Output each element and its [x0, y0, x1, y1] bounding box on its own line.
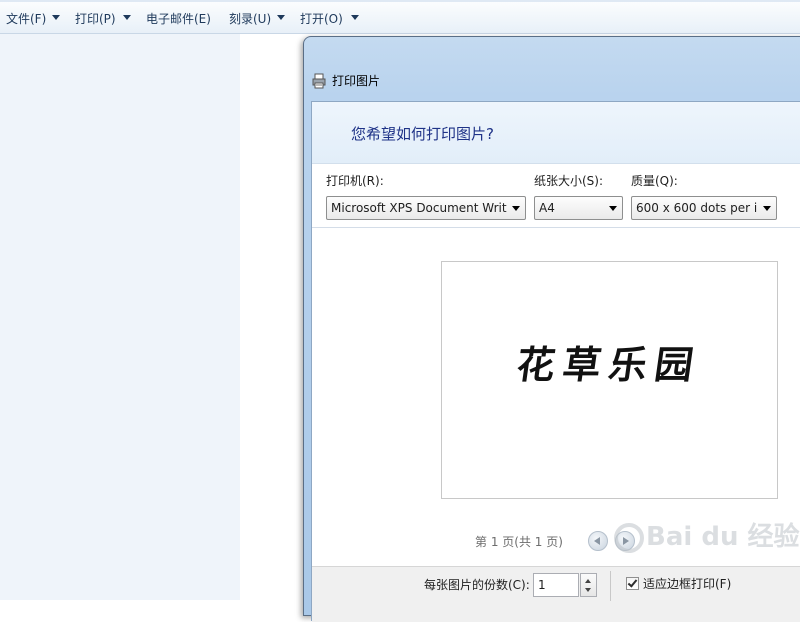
- arrow-left-icon: [594, 537, 600, 545]
- baidu-watermark: Bai du 经验: [612, 516, 800, 553]
- paper-size-select-value: A4: [539, 201, 555, 215]
- quality-select-value: 600 x 600 dots per inch: [636, 201, 758, 215]
- dialog-question: 您希望如何打印图片?: [351, 125, 494, 143]
- preview-page: 花草乐园: [441, 261, 778, 499]
- page-indicator: 第 1 页(共 1 页): [475, 535, 563, 549]
- dialog-title: 打印图片: [332, 74, 381, 88]
- checkmark-icon: [627, 577, 638, 588]
- open-dropdown-arrow-icon[interactable]: [351, 15, 359, 20]
- arrow-right-icon: [623, 537, 629, 545]
- command-toolbar: 文件(F) 打印(P) 电子邮件(E) 刻录(U) 打开(O): [0, 0, 800, 34]
- printer-icon: [312, 73, 326, 89]
- file-dropdown-arrow-icon[interactable]: [52, 15, 60, 20]
- chevron-down-icon: [609, 206, 617, 211]
- menu-file[interactable]: 文件(F): [6, 9, 46, 29]
- navigation-pane: [0, 34, 240, 600]
- menu-email[interactable]: 电子邮件(E): [146, 9, 211, 29]
- menu-open[interactable]: 打开(O): [300, 9, 343, 29]
- copies-input[interactable]: 1: [533, 573, 579, 597]
- paper-size-select[interactable]: A4: [534, 196, 623, 220]
- dialog-bottom-bar: 每张图片的份数(C): 1 适应边框打印(F): [312, 566, 800, 622]
- chevron-down-icon: [763, 206, 771, 211]
- watermark-text: Bai du 经验: [646, 522, 800, 552]
- printer-select[interactable]: Microsoft XPS Document Writer: [326, 196, 526, 220]
- quality-select[interactable]: 600 x 600 dots per inch: [631, 196, 777, 220]
- fit-to-frame-label[interactable]: 适应边框打印(F): [643, 576, 731, 592]
- print-pictures-dialog: 打印图片 您希望如何打印图片? 打印机(R): Microsoft XPS Do…: [303, 36, 800, 622]
- burn-dropdown-arrow-icon[interactable]: [277, 15, 285, 20]
- printer-select-value: Microsoft XPS Document Writer: [331, 201, 507, 215]
- fit-to-frame-checkbox[interactable]: [626, 577, 639, 590]
- print-dropdown-arrow-icon[interactable]: [123, 15, 131, 20]
- menu-burn[interactable]: 刻录(U): [229, 9, 271, 29]
- paper-size-label: 纸张大小(S):: [534, 174, 604, 188]
- spin-down-icon[interactable]: [585, 588, 591, 592]
- copies-label: 每张图片的份数(C):: [424, 578, 530, 592]
- print-preview-area: 花草乐园 第 1 页(共 1 页) Bai du 经验: [312, 228, 800, 566]
- chevron-down-icon: [512, 206, 520, 211]
- printer-label: 打印机(R):: [326, 174, 384, 188]
- quality-label: 质量(Q):: [631, 174, 678, 188]
- preview-image-text: 花草乐园: [513, 342, 705, 387]
- menu-print[interactable]: 打印(P): [75, 9, 116, 29]
- dialog-header: 您希望如何打印图片?: [312, 102, 800, 164]
- print-options-row: 打印机(R): Microsoft XPS Document Writer 纸张…: [312, 164, 800, 228]
- next-page-button[interactable]: [615, 531, 635, 551]
- dialog-body: 您希望如何打印图片? 打印机(R): Microsoft XPS Documen…: [311, 101, 800, 622]
- dialog-titlebar[interactable]: 打印图片: [304, 37, 800, 101]
- spin-up-icon[interactable]: [585, 579, 591, 583]
- copies-spinner[interactable]: [580, 573, 597, 597]
- divider: [610, 571, 611, 601]
- previous-page-button[interactable]: [588, 531, 608, 551]
